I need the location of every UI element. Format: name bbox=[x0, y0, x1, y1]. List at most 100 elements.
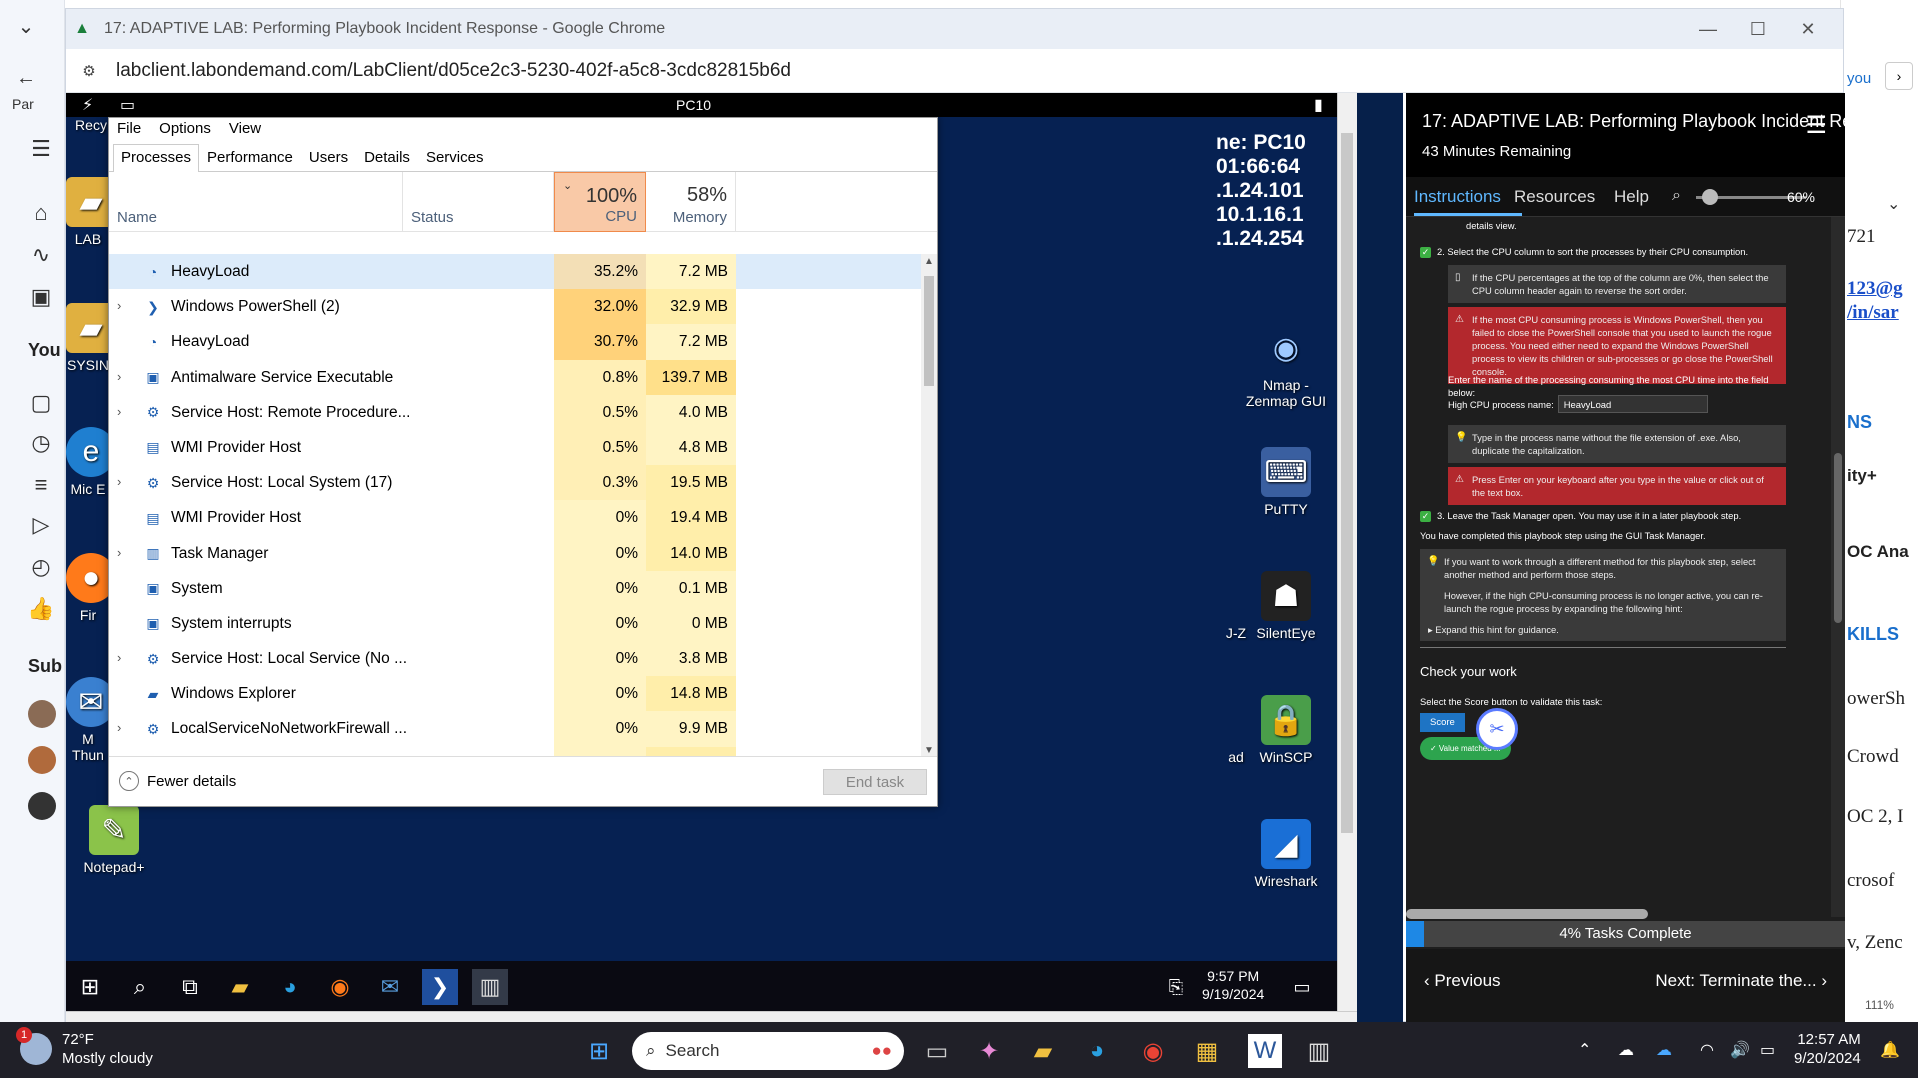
taskbar-search[interactable]: ⌕ Search ●● bbox=[632, 1032, 904, 1070]
search-icon[interactable]: ⌕ bbox=[1672, 187, 1681, 205]
bookmark-fragment[interactable]: Par bbox=[12, 96, 34, 112]
task-manager-window[interactable]: File Options View Processes Performance … bbox=[108, 117, 938, 807]
tab-users[interactable]: Users bbox=[301, 144, 356, 171]
firefox-icon[interactable]: ◉ bbox=[322, 969, 358, 1005]
process-row[interactable]: ▰ Windows Explorer 0% 14.8 MB bbox=[109, 676, 921, 712]
wifi-icon[interactable]: ◠ bbox=[1700, 1040, 1714, 1060]
volume-icon[interactable]: 🔊 bbox=[1730, 1040, 1750, 1060]
edge-icon[interactable]: ◕ bbox=[1080, 1034, 1114, 1068]
menu-icon[interactable]: ☰ bbox=[26, 134, 56, 164]
tab-details[interactable]: Details bbox=[356, 144, 418, 171]
scrollbar-thumb[interactable] bbox=[1834, 453, 1842, 623]
search-icon[interactable]: ⌕ bbox=[122, 969, 158, 1005]
scrollbar-thumb[interactable] bbox=[1341, 133, 1353, 833]
expand-hint-toggle[interactable]: ▸ Expand this hint for guidance. bbox=[1428, 623, 1778, 636]
your-videos-icon[interactable]: ▷ bbox=[26, 510, 56, 540]
link-fragment[interactable]: /in/sar bbox=[1847, 302, 1899, 324]
tab-instructions[interactable]: Instructions bbox=[1414, 187, 1501, 207]
address-bar[interactable]: ⚙ labclient.labondemand.com/LabClient/d0… bbox=[66, 49, 1843, 93]
weather-widget[interactable]: 1 72°F Mostly cloudy bbox=[16, 1027, 153, 1068]
score-button[interactable]: Score bbox=[1420, 713, 1465, 732]
vm-desktop[interactable]: Recy ▰ LAB ▰ SYSIN e Mic E ● Fir ✉ M Thun ✎ No… bbox=[66, 117, 1337, 1011]
process-row[interactable]: ◔ HeavyLoad 35.2% 7.2 MB bbox=[109, 254, 921, 290]
tab-performance[interactable]: Performance bbox=[199, 144, 301, 171]
lab-scrollbar[interactable] bbox=[1831, 217, 1845, 917]
process-row[interactable]: ▤ WMI Provider Host 0% 19.4 MB bbox=[109, 500, 921, 536]
network-icon[interactable]: ⎘ bbox=[1158, 969, 1194, 1005]
column-name[interactable]: Name bbox=[109, 172, 403, 232]
onedrive-icon[interactable]: ☁ bbox=[1618, 1040, 1634, 1060]
chevron-down-icon[interactable]: ⌄ bbox=[1887, 194, 1900, 214]
playlist-icon[interactable]: ≡ bbox=[26, 470, 56, 500]
subscriptions-icon[interactable]: ▣ bbox=[26, 282, 56, 312]
desktop-icon-partial[interactable]: ad bbox=[1216, 749, 1256, 765]
history-icon[interactable]: ◷ bbox=[26, 428, 56, 458]
desktop-icon-winscp[interactable]: 🔒 WinSCP bbox=[1244, 695, 1328, 765]
scroll-up-icon[interactable]: ▲ bbox=[924, 256, 934, 267]
expand-chevron-icon[interactable]: › bbox=[117, 298, 131, 313]
tab-processes[interactable]: Processes bbox=[113, 144, 200, 172]
desktop-icon-partial[interactable]: J-Z bbox=[1216, 625, 1256, 641]
process-row[interactable]: ▤ WMI Provider Host 0.5% 4.8 MB bbox=[109, 429, 921, 466]
process-row[interactable]: ▣ System 0% 0.1 MB bbox=[109, 570, 921, 606]
edge-icon[interactable]: ◕ bbox=[272, 969, 308, 1005]
process-row[interactable]: › ⚙ Service Host: Local Service (No ... 0% 3… bbox=[109, 641, 921, 677]
monitor-icon[interactable]: ▭ bbox=[120, 95, 135, 115]
process-row[interactable]: › ⚙ Service Host: Remote Procedure... 0.5% 4… bbox=[109, 394, 921, 430]
task-view-icon[interactable]: ▭ bbox=[920, 1034, 954, 1068]
hamburger-menu-icon[interactable]: ☰ bbox=[1805, 111, 1827, 140]
process-row[interactable]: ▣ System interrupts 0% 0 MB bbox=[109, 605, 921, 642]
avatar[interactable] bbox=[28, 792, 56, 820]
menu-options[interactable]: Options bbox=[159, 120, 211, 137]
process-list-scrollbar[interactable]: ▲ ▼ bbox=[921, 254, 937, 758]
word-icon[interactable]: W bbox=[1248, 1034, 1282, 1068]
copilot-icon[interactable]: ✦ bbox=[972, 1034, 1006, 1068]
expand-chevron-icon[interactable]: › bbox=[117, 650, 131, 665]
desktop-icon-notepadpp[interactable]: ✎ Notepad+ bbox=[66, 805, 162, 875]
fewer-details-button[interactable]: ⌃ Fewer details bbox=[119, 771, 236, 791]
tab-resources[interactable]: Resources bbox=[1514, 187, 1595, 207]
tab-help[interactable]: Help bbox=[1614, 187, 1649, 207]
process-row[interactable]: › ▥ Task Manager 0% 14.0 MB bbox=[109, 535, 921, 571]
task-manager-icon[interactable]: ▥ bbox=[472, 969, 508, 1005]
desktop-icon-edge[interactable]: e Mic E bbox=[66, 427, 116, 497]
store-icon[interactable]: ▦ bbox=[1190, 1034, 1224, 1068]
expand-chevron-icon[interactable]: › bbox=[117, 474, 131, 489]
link-fragment[interactable]: 123@g bbox=[1847, 278, 1903, 300]
desktop-icon-wireshark[interactable]: ◢ Wireshark bbox=[1244, 819, 1328, 889]
close-icon[interactable]: ✕ bbox=[1778, 9, 1838, 49]
desktop-icon-silenteye[interactable]: ☗ SilentEye bbox=[1244, 571, 1328, 641]
battery-icon[interactable]: ▭ bbox=[1760, 1040, 1775, 1060]
thunderbird-icon[interactable]: ✉ bbox=[372, 969, 408, 1005]
tab-services[interactable]: Services bbox=[418, 144, 492, 171]
vm-clock[interactable]: 9:57 PM 9/19/2024 bbox=[1202, 967, 1264, 1003]
previous-button[interactable]: ‹ Previous bbox=[1424, 971, 1501, 991]
shorts-icon[interactable]: ∿ bbox=[26, 240, 56, 270]
desktop-icon-sysinternals[interactable]: ▰ SYSIN bbox=[66, 303, 116, 373]
end-task-button[interactable]: End task bbox=[823, 769, 927, 795]
file-explorer-icon[interactable]: ▰ bbox=[222, 969, 258, 1005]
checkbox-checked-icon[interactable]: ✓ bbox=[1420, 511, 1431, 523]
host-clock[interactable]: 12:57 AM 9/20/2024 bbox=[1794, 1030, 1861, 1068]
liked-icon[interactable]: 👍 bbox=[26, 594, 56, 624]
windows-start-icon[interactable]: ⊞ bbox=[72, 969, 108, 1005]
site-settings-icon[interactable]: ⚙ bbox=[76, 58, 102, 84]
chrome-icon[interactable]: ◉ bbox=[1136, 1034, 1170, 1068]
desktop-icon-firefox[interactable]: ● Fir bbox=[66, 553, 116, 623]
avatar[interactable] bbox=[28, 746, 56, 774]
desktop-icon-putty[interactable]: ⌨ PuTTY bbox=[1244, 447, 1328, 517]
process-row[interactable]: › ❯ Windows PowerShell (2) 32.0% 32.9 MB bbox=[109, 289, 921, 325]
process-row[interactable]: › ▣ Antimalware Service Executable 0.8% 139.… bbox=[109, 359, 921, 395]
powershell-icon[interactable]: ❯ bbox=[422, 969, 458, 1005]
lab-horizontal-scroll-thumb[interactable] bbox=[1406, 909, 1648, 919]
column-status[interactable]: Status bbox=[403, 172, 554, 232]
next-button[interactable]: Next: Terminate the... › bbox=[1655, 971, 1827, 991]
menu-file[interactable]: File bbox=[117, 120, 141, 137]
zoom-slider-handle[interactable] bbox=[1702, 189, 1718, 205]
expand-chevron-icon[interactable]: › bbox=[117, 369, 131, 384]
chevron-down-icon[interactable]: ⌄ bbox=[6, 6, 46, 46]
remote-desktop[interactable]: ⚡ ▭ PC10 ▮ Recy ▰ LAB ▰ SYSIN e Mic E ● Fir … bbox=[66, 93, 1403, 1023]
channel-icon[interactable]: ▢ bbox=[26, 388, 56, 418]
notification-bell-icon[interactable]: 🔔 bbox=[1880, 1040, 1900, 1060]
process-row[interactable]: ◔ HeavyLoad 30.7% 7.2 MB bbox=[109, 324, 921, 360]
